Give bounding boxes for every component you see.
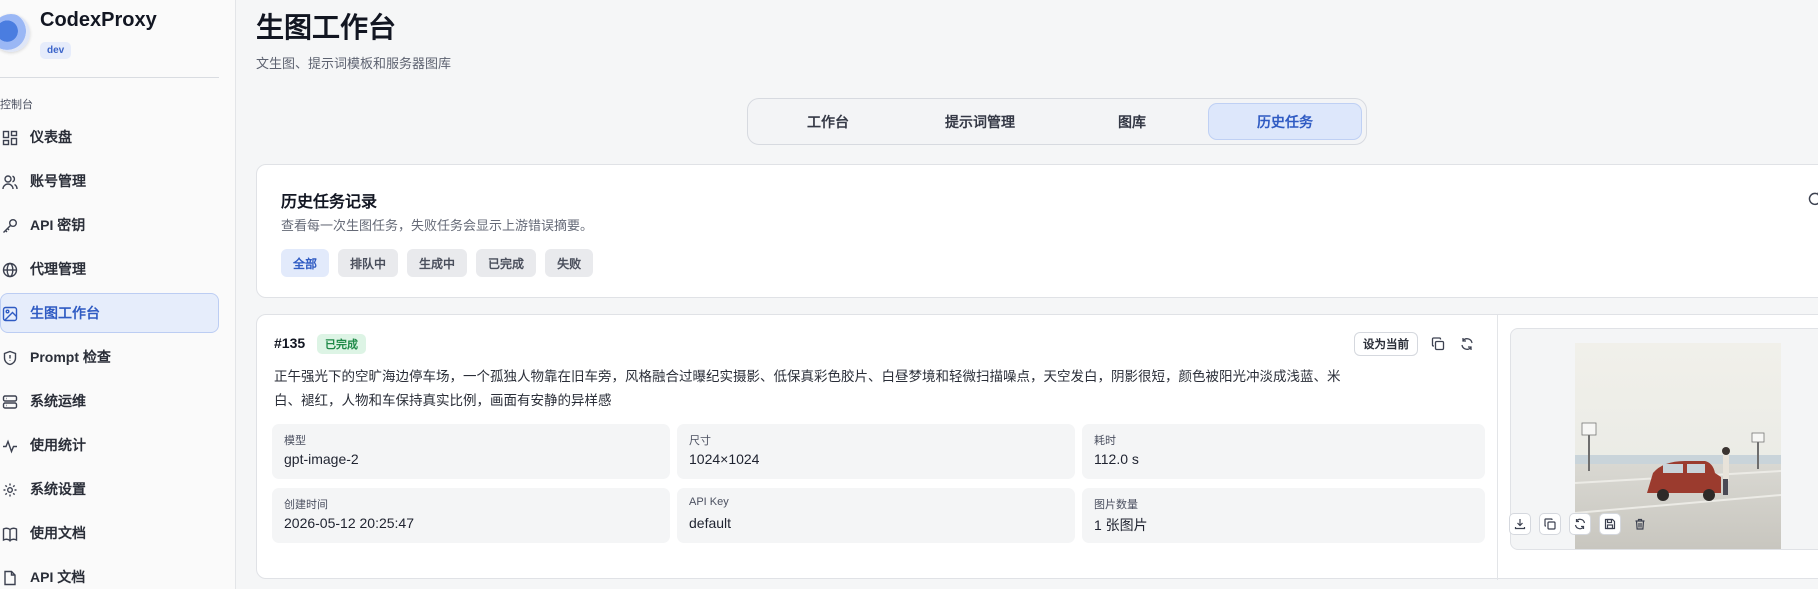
server-icon [1,393,19,411]
users-icon [1,173,19,191]
status-filter-group: 全部 排队中 生成中 已完成 失败 [281,249,594,277]
sidebar-item-label: API 文档 [30,569,86,585]
tab-history[interactable]: 历史任务 [1208,103,1362,140]
meta-value: 2026-05-12 20:25:47 [284,515,414,531]
activity-icon [1,437,19,455]
status-badge: 已完成 [317,334,366,354]
sidebar-group-label: 控制台 [0,99,33,111]
page-subtitle: 文生图、提示词模板和服务器图库 [256,56,452,71]
meta-size: 尺寸 1024×1024 [677,424,1075,479]
regenerate-icon[interactable] [1457,334,1477,354]
meta-created-at: 创建时间 2026-05-12 20:25:47 [272,488,670,543]
sidebar-item-image-workbench[interactable]: 生图工作台 [0,293,219,333]
sidebar-item-label: API 密钥 [30,217,86,233]
sidebar-item-label: 使用统计 [30,437,86,453]
tab-prompt-management[interactable]: 提示词管理 [904,103,1056,140]
meta-label: 模型 [284,435,306,447]
meta-model: 模型 gpt-image-2 [272,424,670,479]
sidebar-item-proxies[interactable]: 代理管理 [0,249,219,289]
image-actions [1509,513,1651,535]
copy-icon[interactable] [1428,334,1448,354]
filter-completed[interactable]: 已完成 [476,249,537,277]
sidebar-item-label: 代理管理 [30,261,86,277]
sidebar-item-settings[interactable]: 系统设置 [0,469,219,509]
meta-image-count: 图片数量 1 张图片 [1082,488,1485,543]
meta-value: 1 张图片 [1094,517,1148,533]
key-icon [1,217,19,235]
set-current-button[interactable]: 设为当前 [1354,332,1418,356]
filter-queued[interactable]: 排队中 [338,249,399,277]
meta-label: API Key [689,496,729,508]
sidebar-item-usage-docs[interactable]: 使用文档 [0,513,219,553]
meta-label: 尺寸 [689,435,711,447]
sidebar-item-usage-stats[interactable]: 使用统计 [0,425,219,465]
shield-icon [1,349,19,367]
brand-logo[interactable] [0,14,30,52]
sidebar-item-accounts[interactable]: 账号管理 [0,161,219,201]
sidebar-item-label: 系统运维 [30,393,86,409]
dashboard-icon [1,129,19,147]
brand-name: CodexProxy [40,9,157,31]
sidebar-divider [0,77,219,78]
task-prompt: 正午强光下的空旷海边停车场，一个孤独人物靠在旧车旁，风格融合过曝纪实摄影、低保真… [274,369,1341,408]
filter-all[interactable]: 全部 [281,249,330,277]
task-id: #135 [274,335,306,351]
history-header-card: 历史任务记录 查看每一次生图任务，失败任务会显示上游错误摘要。 全部 排队中 生… [256,164,1818,298]
sidebar-item-label: 使用文档 [30,525,86,541]
history-title: 历史任务记录 [281,194,378,211]
image-icon [1,305,19,323]
doc-icon [1,569,19,587]
meta-value: 112.0 s [1094,451,1139,467]
meta-duration: 耗时 112.0 s [1082,424,1485,479]
filter-generating[interactable]: 生成中 [407,249,468,277]
meta-label: 图片数量 [1094,499,1138,511]
meta-label: 创建时间 [284,499,328,511]
download-icon[interactable] [1509,513,1531,535]
sidebar-item-label: 生图工作台 [30,305,100,321]
meta-label: 耗时 [1094,435,1116,447]
meta-value: default [689,515,732,531]
copy-image-icon[interactable] [1539,513,1561,535]
tab-workbench[interactable]: 工作台 [752,103,904,140]
sidebar-item-label: 系统设置 [30,481,86,497]
meta-value: 1024×1024 [689,451,760,467]
env-badge: dev [40,42,72,59]
card-divider [1497,315,1498,580]
sidebar: CodexProxy dev 控制台 仪表盘 账号管理 API 密钥 代理管理 … [0,0,236,589]
delete-icon[interactable] [1629,513,1651,535]
save-icon[interactable] [1599,513,1621,535]
sidebar-item-label: 账号管理 [30,173,86,189]
tab-gallery[interactable]: 图库 [1056,103,1208,140]
sidebar-item-ops[interactable]: 系统运维 [0,381,219,421]
meta-api-key: API Key default [677,488,1075,543]
history-description: 查看每一次生图任务，失败任务会显示上游错误摘要。 [281,218,594,233]
meta-value: gpt-image-2 [284,451,359,467]
sidebar-nav: 仪表盘 账号管理 API 密钥 代理管理 生图工作台 Prompt 检查 系统运… [0,117,219,589]
workbench-tabs: 工作台 提示词管理 图库 历史任务 [747,98,1367,145]
page-title: 生图工作台 [256,12,397,43]
book-icon [1,525,19,543]
sidebar-item-label: 仪表盘 [30,129,72,145]
sidebar-item-api-keys[interactable]: API 密钥 [0,205,219,245]
sidebar-item-prompt-check[interactable]: Prompt 检查 [0,337,219,377]
gear-icon [1,481,19,499]
refresh-icon[interactable] [1807,191,1818,209]
filter-failed[interactable]: 失败 [545,249,594,277]
sidebar-item-api-docs[interactable]: API 文档 [0,557,219,589]
task-card: #135 已完成 正午强光下的空旷海边停车场，一个孤独人物靠在旧车旁，风格融合过… [256,314,1818,580]
globe-icon [1,261,19,279]
reuse-icon[interactable] [1569,513,1591,535]
sidebar-item-dashboard[interactable]: 仪表盘 [0,117,219,157]
sidebar-item-label: Prompt 检查 [30,349,111,365]
